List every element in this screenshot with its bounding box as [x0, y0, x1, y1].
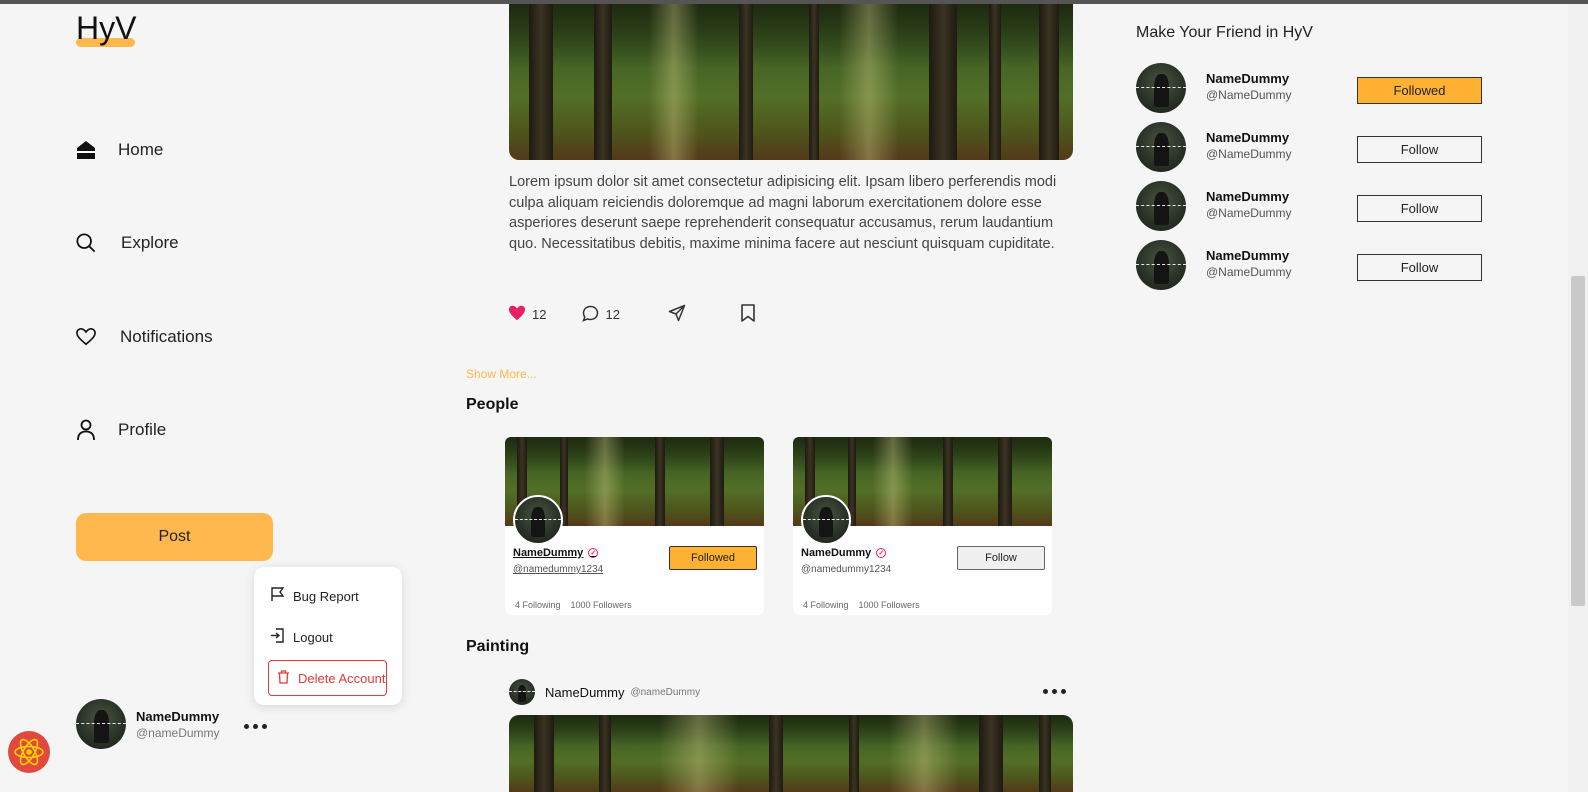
verified-icon: ✓ [876, 548, 887, 558]
delete-account-menu-item[interactable]: Delete Account [268, 660, 387, 696]
suggestion-avatar[interactable] [1136, 122, 1186, 172]
suggestion-item: NameDummy @NameDummy Follow [1136, 240, 1482, 290]
post-image[interactable] [509, 4, 1073, 160]
suggestion-handle: @NameDummy [1206, 264, 1292, 279]
verified-icon: ✓ [588, 548, 599, 558]
followed-button[interactable]: Followed [669, 546, 757, 570]
post-author-avatar[interactable] [509, 679, 535, 705]
nav-item-profile[interactable]: Profile [76, 419, 166, 441]
person-handle[interactable]: @namedummy1234 [801, 564, 891, 575]
show-more-link[interactable]: Show More... [466, 367, 537, 381]
search-icon [76, 232, 96, 254]
comment-count: 12 [605, 307, 620, 322]
react-devtools-icon[interactable] [8, 731, 50, 773]
suggestion-name[interactable]: NameDummy [1206, 71, 1292, 86]
suggestion-item: NameDummy @NameDummy Follow [1136, 122, 1482, 172]
person-name[interactable]: NameDummy ✓ [801, 547, 887, 559]
follow-button[interactable]: Follow [1357, 195, 1482, 222]
post-actions: 12 12 [508, 304, 756, 325]
current-user-avatar [76, 699, 126, 749]
following-count: 4 Following [803, 600, 849, 610]
nav-item-explore[interactable]: Explore [76, 232, 179, 254]
person-name-text: NameDummy [801, 547, 872, 559]
suggestion-item: NameDummy @NameDummy Follow [1136, 181, 1482, 231]
suggestion-handle: @NameDummy [1206, 146, 1292, 161]
person-card[interactable]: NameDummy ✓ @namedummy1234 Followed 4 Fo… [505, 437, 764, 615]
bookmark-icon [740, 304, 756, 325]
comment-button[interactable]: 12 [582, 305, 620, 325]
logo-text: HyV [76, 10, 137, 46]
nav-label-profile: Profile [118, 420, 167, 439]
flag-icon [270, 587, 285, 605]
account-menu: Bug Report Logout Delete Account [254, 567, 402, 705]
current-user-card[interactable]: NameDummy @nameDummy [76, 699, 267, 749]
like-button[interactable]: 12 [508, 305, 546, 324]
post-author-handle: @nameDummy [630, 686, 701, 698]
like-count: 12 [532, 307, 547, 322]
following-count: 4 Following [515, 600, 561, 610]
suggestion-name[interactable]: NameDummy [1206, 130, 1292, 145]
suggestion-handle: @NameDummy [1206, 205, 1292, 220]
post-body-text: Lorem ipsum dolor sit amet consectetur a… [509, 174, 1057, 253]
scrollbar-thumb[interactable] [1571, 276, 1585, 606]
heart-icon [76, 326, 96, 348]
painting-section-title: Painting [466, 638, 530, 655]
bug-report-menu-item[interactable]: Bug Report [270, 587, 359, 605]
suggestion-name[interactable]: NameDummy [1206, 248, 1292, 263]
suggestion-handle: @NameDummy [1206, 87, 1292, 102]
user-icon [76, 419, 96, 441]
nav-item-notifications[interactable]: Notifications [76, 326, 213, 348]
post-button[interactable]: Post [76, 513, 273, 561]
nav-label-home: Home [118, 140, 164, 159]
post-author-name[interactable]: NameDummy [545, 685, 624, 700]
logo[interactable]: HyV [76, 10, 136, 47]
nav-item-home[interactable]: Home [76, 139, 163, 161]
nav-label-explore: Explore [121, 233, 179, 252]
person-stats: 4 Following 1000 Followers [515, 600, 632, 610]
follow-button[interactable]: Follow [957, 546, 1045, 570]
person-name-text: NameDummy [513, 547, 584, 559]
post-options-icon[interactable] [1043, 689, 1066, 694]
suggestion-avatar[interactable] [1136, 181, 1186, 231]
current-user-name: NameDummy [136, 708, 220, 724]
followers-count: 1000 Followers [570, 600, 632, 610]
followed-button[interactable]: Followed [1357, 77, 1482, 104]
suggestion-name[interactable]: NameDummy [1206, 189, 1292, 204]
post-header: NameDummy @nameDummy [509, 679, 700, 705]
follow-button[interactable]: Follow [1357, 254, 1482, 281]
current-user-handle: @nameDummy [136, 725, 220, 740]
suggestion-item: NameDummy @NameDummy Followed [1136, 63, 1482, 113]
person-avatar [513, 495, 563, 545]
page-scrollbar[interactable] [1568, 4, 1588, 792]
delete-account-label: Delete Account [298, 670, 386, 686]
nav-label-notifications: Notifications [120, 327, 213, 346]
person-handle[interactable]: @namedummy1234 [513, 564, 603, 575]
comment-icon [582, 305, 599, 325]
bug-report-label: Bug Report [293, 588, 359, 604]
person-card[interactable]: NameDummy ✓ @namedummy1234 Follow 4 Foll… [793, 437, 1052, 615]
share-button[interactable] [668, 304, 686, 325]
suggestions-title: Make Your Friend in HyV [1136, 24, 1313, 41]
painting-post-image[interactable] [509, 715, 1073, 792]
heart-filled-icon [508, 305, 526, 324]
home-icon [76, 139, 96, 161]
person-stats: 4 Following 1000 Followers [803, 600, 920, 610]
logout-label: Logout [293, 629, 333, 645]
bookmark-button[interactable] [740, 304, 756, 325]
trash-icon [277, 669, 290, 687]
follow-button[interactable]: Follow [1357, 136, 1482, 163]
suggestion-avatar[interactable] [1136, 63, 1186, 113]
followers-count: 1000 Followers [858, 600, 920, 610]
more-options-icon[interactable] [243, 723, 267, 729]
logout-icon [270, 628, 285, 646]
send-icon [668, 304, 686, 325]
people-section-title: People [466, 396, 519, 413]
logout-menu-item[interactable]: Logout [270, 628, 333, 646]
suggestion-avatar[interactable] [1136, 240, 1186, 290]
person-name[interactable]: NameDummy ✓ [513, 547, 599, 559]
person-avatar [801, 495, 851, 545]
